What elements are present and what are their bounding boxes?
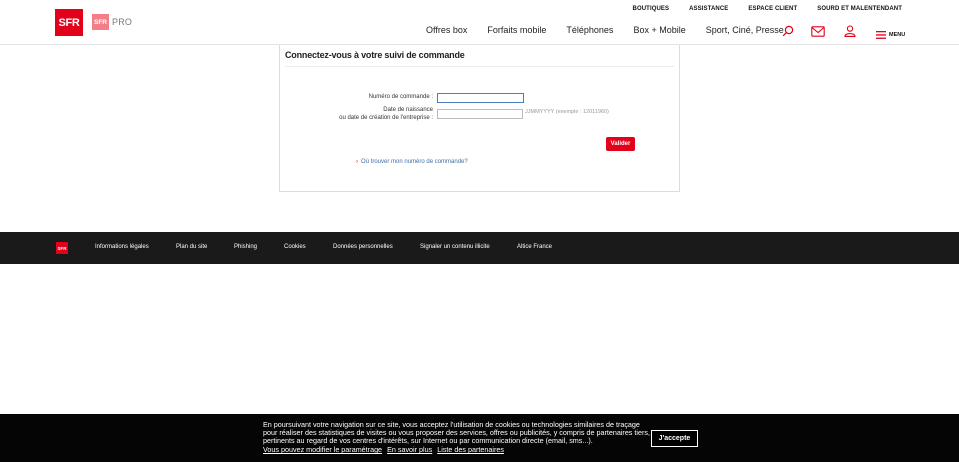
accept-cookies-button[interactable]: J'accepte [651,430,698,447]
order-tracking-panel: Connectez-vous à votre suivi de commande… [279,45,680,192]
footer-link-signaler-contenu[interactable]: Signaler un contenu illicite [420,244,517,250]
top-link-sourd-malentendant[interactable]: SOURD ET MALENTENDANT [817,6,902,12]
nav-telephones[interactable]: Téléphones [566,25,613,35]
find-order-number-link[interactable]: › Où trouver mon numéro de commande? [356,159,468,165]
footer-link-informations-legales[interactable]: Informations légales [95,244,176,250]
sfr-pro-logo[interactable]: SFR PRO [92,14,132,30]
footer-sfr-logo[interactable]: SFR [56,242,68,254]
birth-date-label-line2: ou date de création de l'entreprise : [339,114,433,121]
menu-button[interactable]: MENU [876,26,905,44]
cookie-learn-more-link[interactable]: En savoir plus [387,445,432,454]
birth-date-label: Date de naissance ou date de création de… [339,107,433,122]
birth-date-input[interactable] [437,109,523,119]
footer-link-altice-france[interactable]: Altice France [517,244,552,250]
footer-link-plan-du-site[interactable]: Plan du site [176,244,234,250]
birth-date-label-line1: Date de naissance [383,107,433,113]
top-links: BOUTIQUES ASSISTANCE ESPACE CLIENT SOURD… [633,6,902,12]
menu-label: MENU [889,32,906,38]
order-number-input[interactable] [437,93,524,103]
mail-icon[interactable] [811,24,825,38]
menu-icon [876,26,886,44]
sfr-logo[interactable]: SFR [55,9,83,36]
order-number-label: Numéro de commande : [368,94,433,100]
sfr-pro-logo-box: SFR [92,14,109,30]
sfr-pro-logo-text: PRO [112,17,133,27]
nav-sport-cine-presse[interactable]: Sport, Ciné, Presse [706,25,784,35]
nav-forfaits-mobile[interactable]: Forfaits mobile [487,25,546,35]
birth-date-hint: JJMMYYYY (exemple : 12011960) [525,109,609,115]
cookie-partners-link[interactable]: Liste des partenaires [437,445,504,454]
nav-offres-box[interactable]: Offres box [426,25,467,35]
submit-button[interactable]: Valider [606,137,635,151]
footer-links: Informations légales Plan du site Phishi… [95,244,552,250]
page-title: Connectez-vous à votre suivi de commande [285,50,465,60]
find-order-number-text: Où trouver mon numéro de commande? [361,159,468,165]
footer-link-phishing[interactable]: Phishing [234,244,284,250]
cookie-banner: En poursuivant votre navigation sur ce s… [0,414,959,462]
cookie-settings-link[interactable]: Vous pouvez modifier le paramétrage [263,445,382,454]
user-icon[interactable] [843,24,857,38]
search-icon[interactable] [781,24,795,38]
footer-link-cookies[interactable]: Cookies [284,244,333,250]
site-footer: SFR Informations légales Plan du site Ph… [0,232,959,264]
top-link-boutiques[interactable]: BOUTIQUES [633,6,670,12]
footer-link-donnees-personnelles[interactable]: Données personnelles [333,244,420,250]
chevron-right-icon: › [356,159,358,165]
top-link-espace-client[interactable]: ESPACE CLIENT [748,6,797,12]
cookie-text: En poursuivant votre navigation sur ce s… [263,420,650,446]
nav-box-mobile[interactable]: Box + Mobile [633,25,685,35]
cookie-links: Vous pouvez modifier le paramétrage En s… [263,445,504,454]
title-divider [285,66,674,67]
site-header: SFR SFR PRO BOUTIQUES ASSISTANCE ESPACE … [0,0,959,45]
main-nav: Offres box Forfaits mobile Téléphones Bo… [426,25,784,35]
top-link-assistance[interactable]: ASSISTANCE [689,6,728,12]
